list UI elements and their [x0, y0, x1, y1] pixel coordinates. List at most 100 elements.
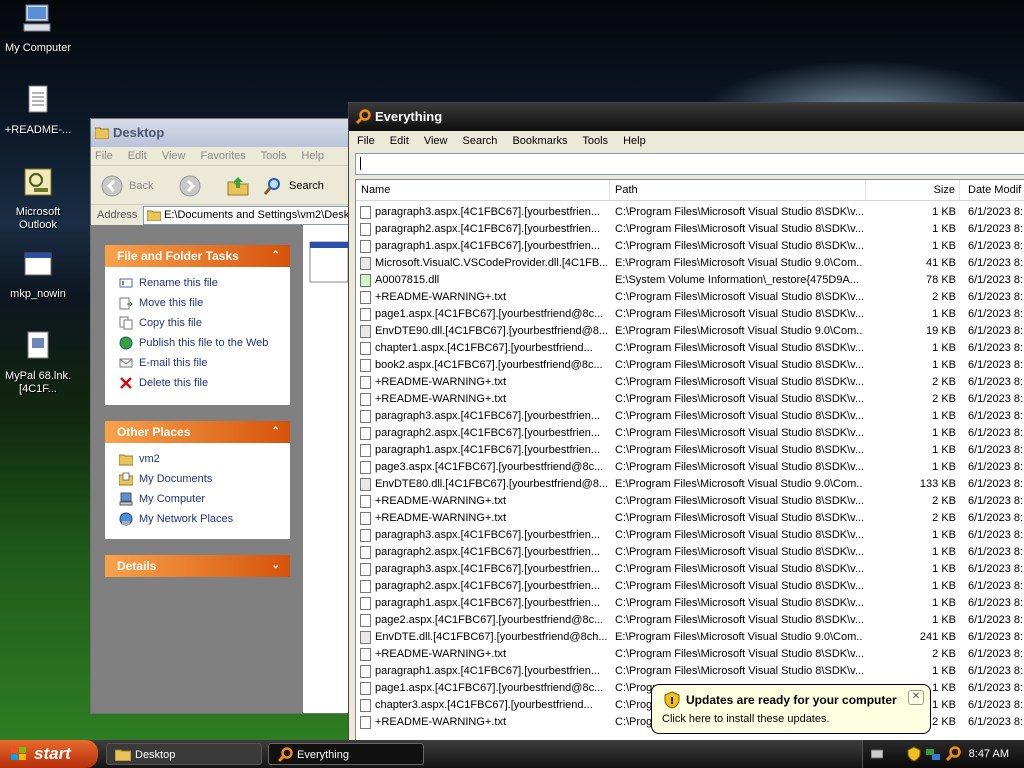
menu-favorites[interactable]: Favorites [201, 150, 246, 162]
result-name: Microsoft.VisualC.VSCodeProvider.dll.[4C… [375, 257, 607, 269]
menu-tools[interactable]: Tools [261, 150, 287, 162]
desktop-icon-my-computer[interactable]: My Computer [0, 2, 76, 55]
image-file-icon [360, 274, 371, 287]
result-row[interactable]: paragraph3.aspx.[4C1FBC67].[yourbestfrie… [356, 408, 1024, 425]
menu-view[interactable]: View [424, 135, 448, 147]
task-move-file[interactable]: Move this file [105, 293, 290, 313]
menu-file[interactable]: File [95, 150, 113, 162]
results-list[interactable]: Name Path Size Date Modif paragraph3.asp… [355, 179, 1024, 753]
explorer-file-view[interactable] [303, 225, 353, 713]
result-row[interactable]: page2.aspx.[4C1FBC67].[yourbestfriend@8c… [356, 612, 1024, 629]
place-my-computer[interactable]: My Computer [105, 489, 290, 509]
menu-tools[interactable]: Tools [582, 135, 608, 147]
result-row[interactable]: paragraph2.aspx.[4C1FBC67].[yourbestfrie… [356, 425, 1024, 442]
result-row[interactable]: paragraph3.aspx.[4C1FBC67].[yourbestfrie… [356, 561, 1024, 578]
start-button[interactable]: start [0, 740, 98, 768]
menu-search[interactable]: Search [463, 135, 498, 147]
back-button[interactable]: Back [101, 174, 161, 198]
result-row[interactable]: +README-WARNING+.txt C:\Program Files\Mic… [356, 646, 1024, 663]
result-row[interactable]: paragraph2.aspx.[4C1FBC67].[yourbestfrie… [356, 578, 1024, 595]
menu-file[interactable]: File [357, 135, 375, 147]
taskbar-button-desktop[interactable]: Desktop [106, 743, 262, 765]
column-name[interactable]: Name [356, 180, 610, 200]
forward-arrow-icon [179, 175, 201, 197]
result-row[interactable]: Microsoft.VisualC.VSCodeProvider.dll.[4C… [356, 255, 1024, 272]
result-row[interactable]: EnvDTE.dll.[4C1FBC67].[yourbestfriend@8c… [356, 629, 1024, 646]
other-places-header[interactable]: Other Places ⌃ [105, 421, 290, 443]
result-row[interactable]: EnvDTE80.dll.[4C1FBC67].[yourbestfriend@… [356, 476, 1024, 493]
balloon-body[interactable]: Click here to install these updates. [662, 713, 830, 725]
selected-file-icon[interactable] [309, 241, 349, 285]
desktop-icon-outlook[interactable]: Microsoft Outlook [0, 166, 76, 232]
close-icon[interactable]: ✕ [908, 690, 924, 705]
keyboard-icon[interactable] [871, 748, 883, 760]
globe-icon [119, 336, 133, 350]
place-vm2[interactable]: vm2 [105, 449, 290, 469]
result-row[interactable]: page1.aspx.[4C1FBC67].[yourbestfriend@8c… [356, 306, 1024, 323]
clock[interactable]: 8:47 AM [969, 740, 1009, 768]
expand-chevron-icon[interactable]: ⌄ [272, 555, 280, 577]
menu-bookmarks[interactable]: Bookmarks [512, 135, 567, 147]
menu-edit[interactable]: Edit [128, 150, 147, 162]
result-row[interactable]: paragraph3.aspx.[4C1FBC67].[yourbestfrie… [356, 204, 1024, 221]
task-rename-file[interactable]: Rename this file [105, 273, 290, 293]
menu-help[interactable]: Help [301, 150, 324, 162]
menu-edit[interactable]: Edit [390, 135, 409, 147]
collapse-chevron-icon[interactable]: ⌃ [272, 245, 280, 267]
result-row[interactable]: chapter1.aspx.[4C1FBC67].[yourbestfriend… [356, 340, 1024, 357]
result-row[interactable]: paragraph2.aspx.[4C1FBC67].[yourbestfrie… [356, 544, 1024, 561]
task-publish-web[interactable]: Publish this file to the Web [105, 333, 290, 353]
result-row[interactable]: paragraph1.aspx.[4C1FBC67].[yourbestfrie… [356, 238, 1024, 255]
forward-button[interactable] [179, 175, 201, 197]
result-row[interactable]: A0007815.dll E:\System Volume Information… [356, 272, 1024, 289]
update-notification-balloon[interactable]: ! Updates are ready for your computer Cl… [651, 684, 931, 734]
svg-text:!: ! [670, 696, 675, 707]
result-name: paragraph2.aspx.[4C1FBC67].[yourbestfrie… [375, 580, 601, 592]
place-my-network[interactable]: My Network Places [105, 509, 290, 529]
desktop-icon-mkp-nowin[interactable]: mkp_nowin [0, 248, 76, 301]
result-row[interactable]: paragraph1.aspx.[4C1FBC67].[yourbestfrie… [356, 595, 1024, 612]
details-header[interactable]: Details ⌄ [105, 555, 290, 577]
search-button[interactable]: Search [263, 174, 333, 198]
desktop-icon-mypal[interactable]: MyPal 68.lnk.[4C1F... [0, 330, 76, 396]
file-folder-tasks-header[interactable]: File and Folder Tasks ⌃ [105, 245, 290, 267]
result-row[interactable]: +README-WARNING+.txt C:\Program Files\Mic… [356, 510, 1024, 527]
taskbar-button-everything[interactable]: Everything [268, 743, 424, 765]
result-size: 19 KB [926, 325, 956, 337]
result-date: 6/1/2023 8: [968, 342, 1024, 354]
collapse-chevron-icon[interactable]: ⌃ [272, 421, 280, 443]
menu-help[interactable]: Help [623, 135, 646, 147]
result-path: C:\Program Files\Microsoft Visual Studio… [615, 359, 863, 371]
task-email-file[interactable]: E-mail this file [105, 353, 290, 373]
result-row[interactable]: +README-WARNING+.txt C:\Program Files\Mic… [356, 493, 1024, 510]
everything-search-icon[interactable] [945, 746, 961, 762]
up-folder-button[interactable] [227, 174, 249, 198]
result-row[interactable]: EnvDTE90.dll.[4C1FBC67].[yourbestfriend@… [356, 323, 1024, 340]
result-row[interactable]: paragraph1.aspx.[4C1FBC67].[yourbestfrie… [356, 663, 1024, 680]
column-size[interactable]: Size [866, 180, 960, 200]
dll-file-icon [360, 631, 371, 644]
desktop-icon-readme[interactable]: +README-... [0, 84, 76, 137]
result-path: C:\Program Files\Microsoft Visual Studio… [615, 308, 863, 320]
result-row[interactable]: paragraph3.aspx.[4C1FBC67].[yourbestfrie… [356, 527, 1024, 544]
result-row[interactable]: page3.aspx.[4C1FBC67].[yourbestfriend@8c… [356, 459, 1024, 476]
explorer-titlebar[interactable]: Desktop [91, 119, 353, 147]
everything-search-input[interactable] [355, 153, 1024, 175]
security-shield-icon[interactable] [907, 746, 921, 762]
menu-view[interactable]: View [162, 150, 186, 162]
result-row[interactable]: book2.aspx.[4C1FBC67].[yourbestfriend@8c… [356, 357, 1024, 374]
column-path[interactable]: Path [610, 180, 866, 200]
network-icon[interactable] [925, 746, 941, 762]
address-field[interactable]: E:\Documents and Settings\vm2\Desktop [143, 206, 353, 225]
place-my-documents[interactable]: My Documents [105, 469, 290, 489]
result-size: 2 KB [932, 376, 956, 388]
everything-titlebar[interactable]: Everything [349, 103, 1024, 131]
result-row[interactable]: +README-WARNING+.txt C:\Program Files\Mic… [356, 374, 1024, 391]
result-row[interactable]: +README-WARNING+.txt C:\Program Files\Mic… [356, 391, 1024, 408]
task-copy-file[interactable]: Copy this file [105, 313, 290, 333]
task-delete-file[interactable]: Delete this file [105, 373, 290, 393]
result-row[interactable]: paragraph2.aspx.[4C1FBC67].[yourbestfrie… [356, 221, 1024, 238]
column-date[interactable]: Date Modif [960, 180, 1024, 200]
result-row[interactable]: +README-WARNING+.txt C:\Program Files\Mic… [356, 289, 1024, 306]
result-row[interactable]: paragraph1.aspx.[4C1FBC67].[yourbestfrie… [356, 442, 1024, 459]
